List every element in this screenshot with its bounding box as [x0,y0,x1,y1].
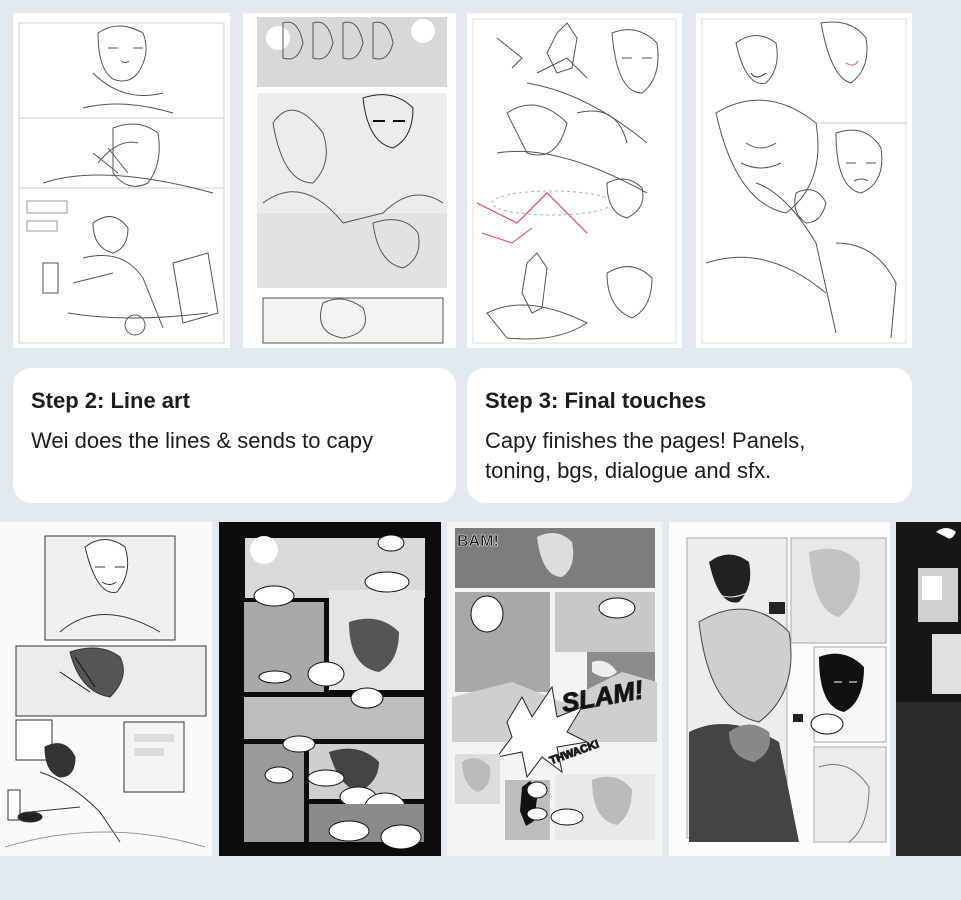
step-3-description: Capy finishes the pages! Panels, toning,… [485,428,806,483]
step-2-description: Wei does the lines & sends to capy [31,428,374,453]
step-2-card: Step 2: Line art Wei does the lines & se… [13,368,456,503]
svg-text:BAM!: BAM! [457,533,499,550]
step-3-title: Step 3: Final touches [485,388,707,413]
final-page-5 [896,522,961,856]
final-pages-strip: BAM! SLAM! THWACK! [0,518,961,862]
final-page-3: BAM! SLAM! THWACK! [447,522,662,856]
final-page-2 [219,522,441,856]
final-page-1 [0,522,212,856]
line-art-page-4 [696,13,912,348]
line-art-strip [0,0,961,358]
line-art-page-1 [13,13,230,348]
line-art-page-2 [243,13,456,348]
step-3-card: Step 3: Final touches Capy finishes the … [467,368,912,503]
line-art-page-3 [467,13,682,348]
step-2-title: Step 2: Line art [31,388,190,413]
final-page-4 [669,522,890,856]
